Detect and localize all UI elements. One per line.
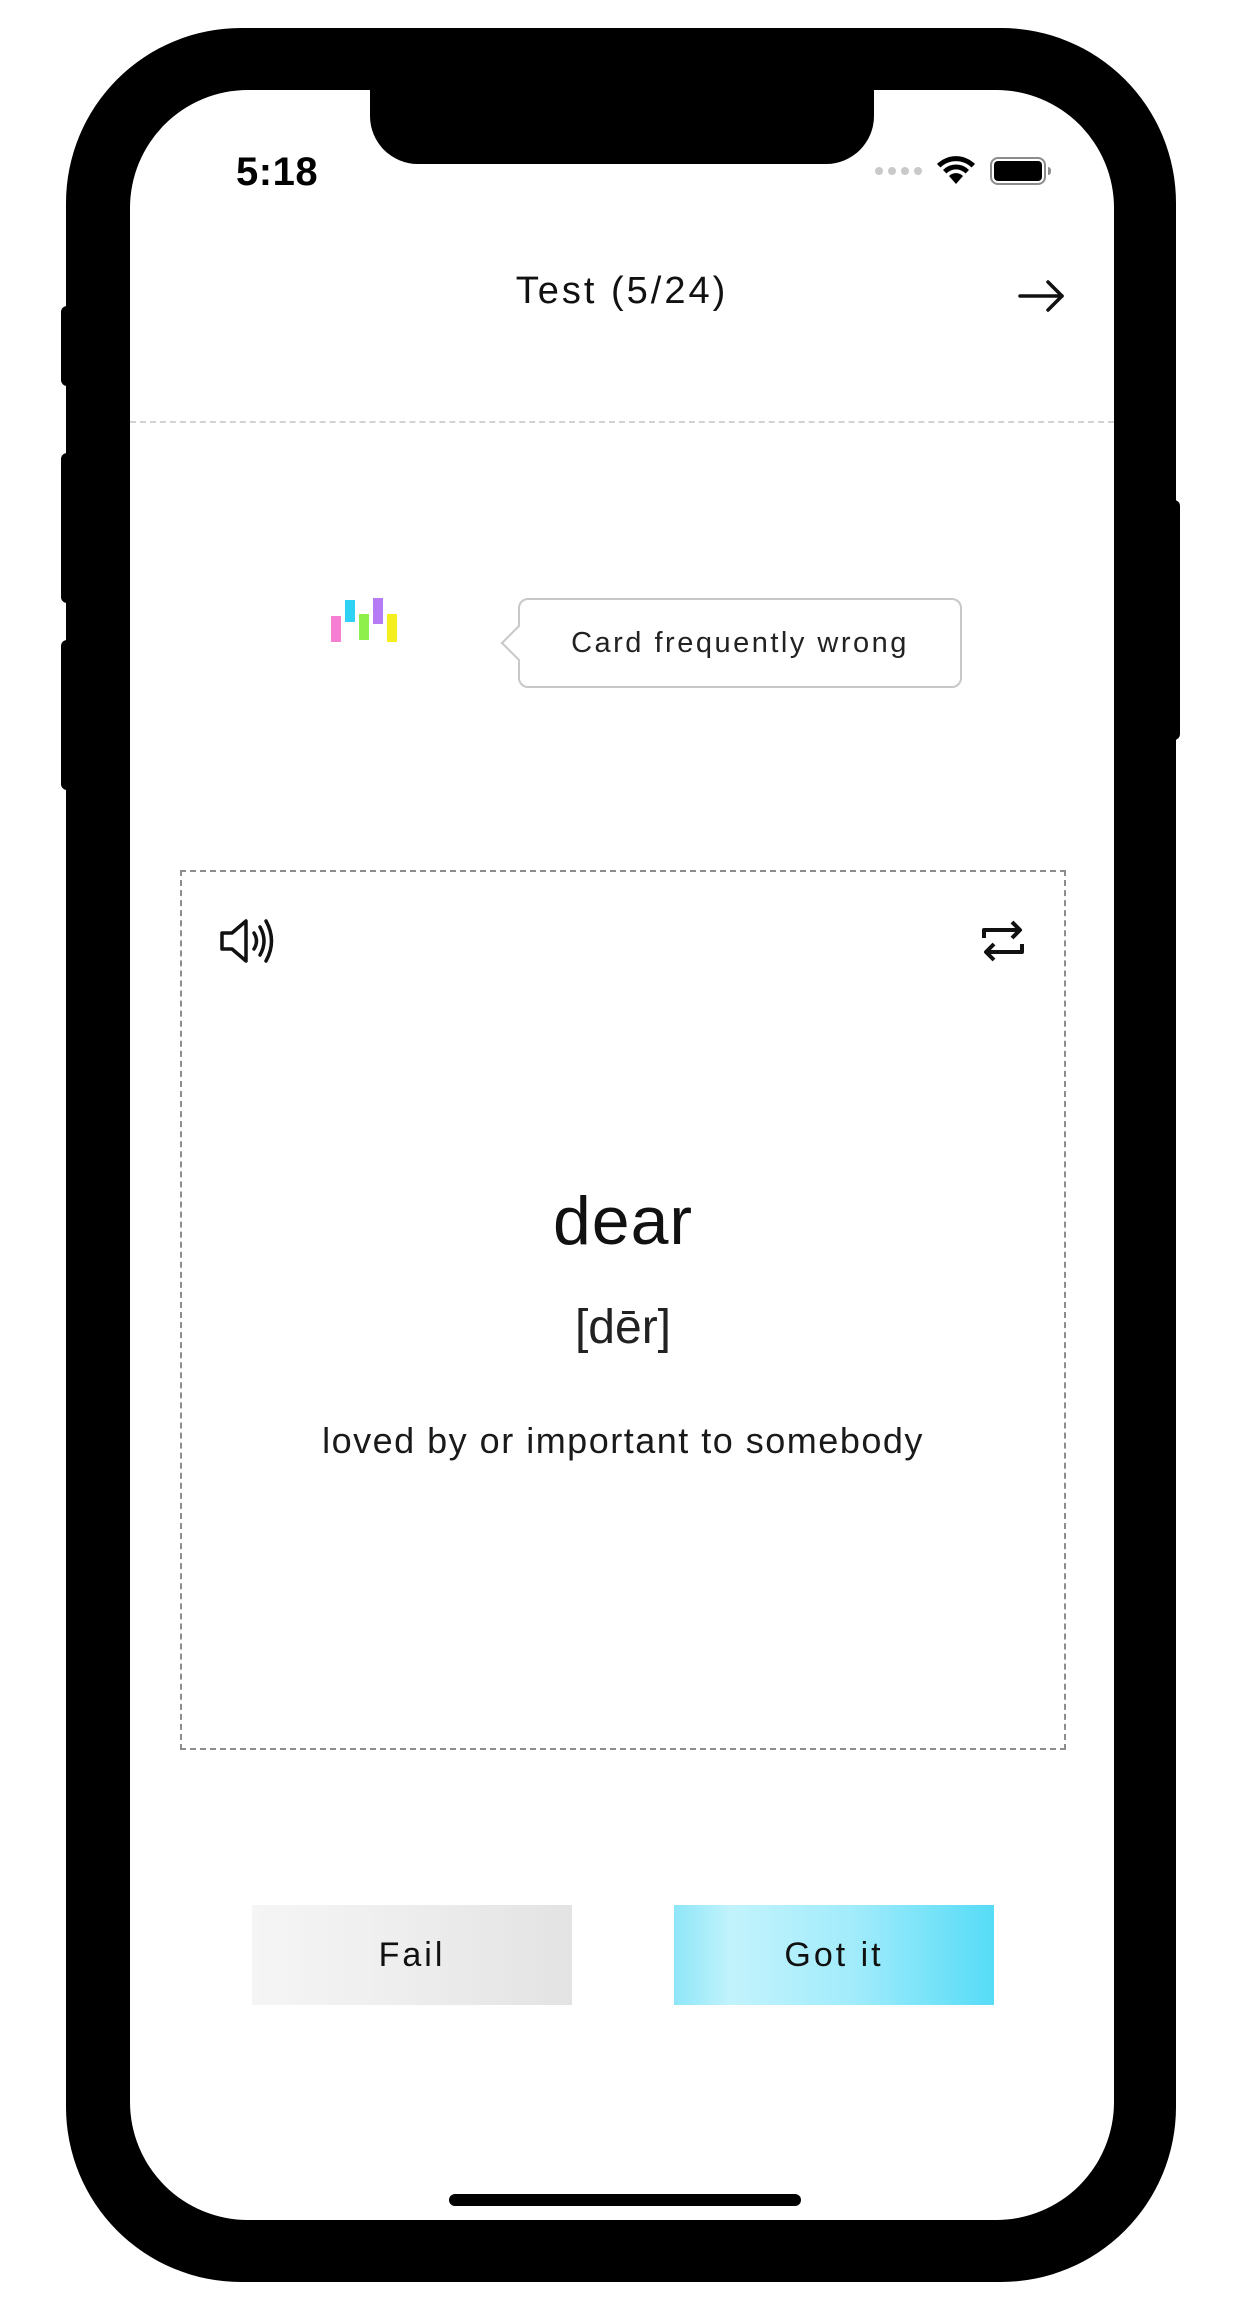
repeat-icon[interactable] <box>978 916 1028 966</box>
frequently-wrong-tooltip: Card frequently wrong <box>518 598 962 688</box>
wifi-icon <box>937 156 975 184</box>
difficulty-bars-icon <box>331 598 397 642</box>
tooltip-text: Card frequently wrong <box>571 626 909 659</box>
header: Test (5/24) <box>130 260 1114 340</box>
page-title: Test (5/24) <box>515 270 729 312</box>
cellular-signal-icon <box>875 167 922 175</box>
status-time: 5:18 <box>236 150 319 194</box>
notch <box>370 90 874 164</box>
fail-button[interactable]: Fail <box>252 1905 572 2005</box>
card-word: dear <box>552 1183 694 1259</box>
phone-frame: 5:18 Test (5/24) Card frequently wrong d… <box>66 28 1176 2282</box>
flashcard[interactable]: dear [dēr] loved by or important to some… <box>180 870 1066 1750</box>
got-it-button[interactable]: Got it <box>674 1905 994 2005</box>
card-phonetic: [dēr] <box>574 1301 672 1354</box>
speaker-icon[interactable] <box>218 916 278 966</box>
arrow-right-icon[interactable] <box>1016 270 1068 322</box>
status-indicators <box>875 156 1052 186</box>
home-indicator[interactable] <box>449 2194 801 2206</box>
device-stage: 5:18 Test (5/24) Card frequently wrong d… <box>0 0 1242 2300</box>
header-divider <box>130 421 1114 423</box>
card-definition: loved by or important to somebody <box>322 1420 924 1461</box>
app-screen: 5:18 Test (5/24) Card frequently wrong d… <box>130 90 1114 2220</box>
battery-icon <box>990 157 1051 185</box>
